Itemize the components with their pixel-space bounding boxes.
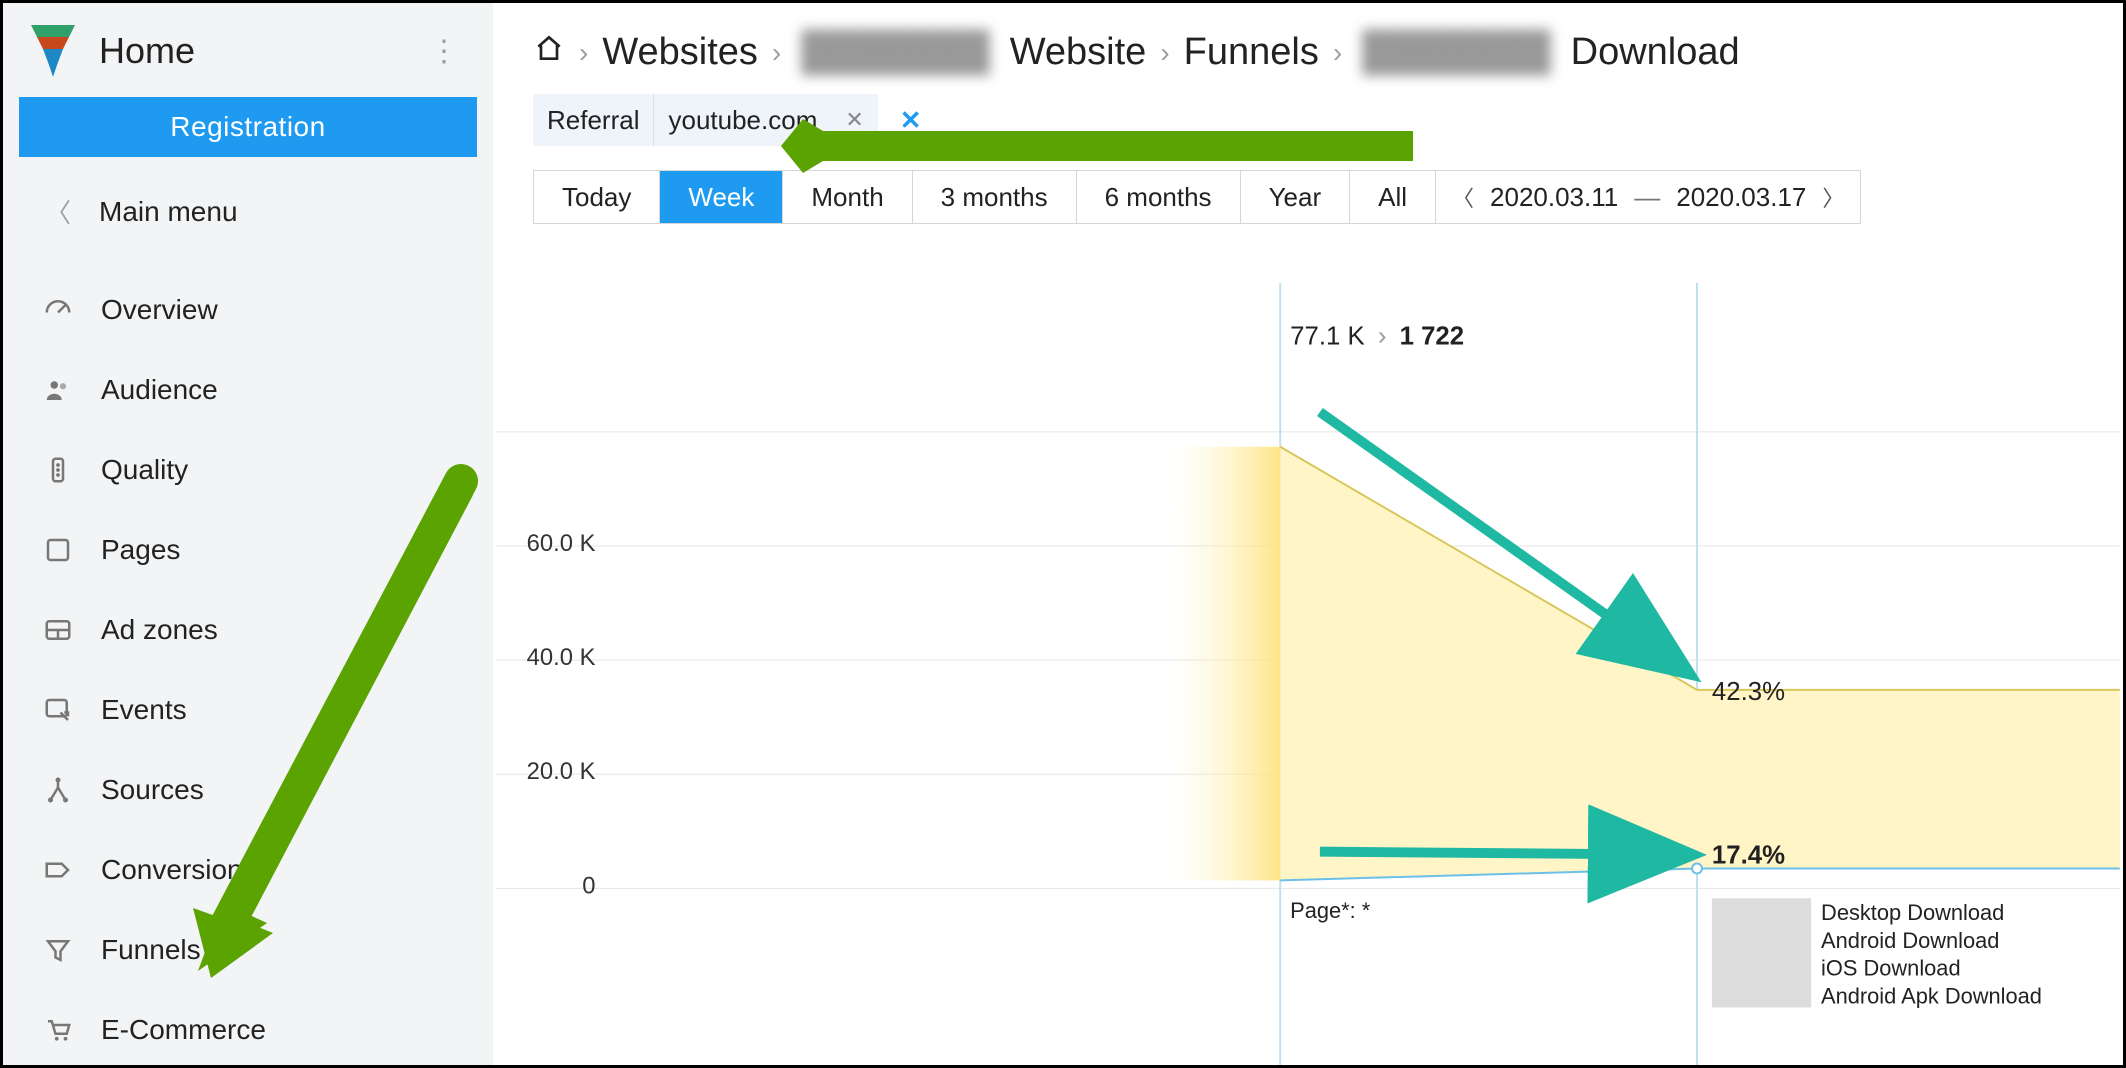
funnel-chart: 60.0 K 40.0 K 20.0 K 0 77.1 K › 1 722: [493, 283, 2123, 1065]
breadcrumb: › Websites › ███████ Website › Funnels ›…: [493, 3, 2123, 94]
bc-website[interactable]: Website: [1010, 31, 1147, 74]
nav-label: Conversions: [101, 854, 257, 886]
dl-item: Desktop Download: [1821, 900, 2004, 925]
filter-value: youtube.com: [654, 105, 831, 136]
bc-redacted: ███████: [1356, 31, 1556, 74]
step1-values: 77.1 K › 1 722: [1290, 323, 1464, 351]
nav-label: E-Commerce: [101, 1014, 266, 1046]
people-icon: [39, 371, 77, 409]
chevron-right-icon: ›: [1333, 37, 1342, 69]
main-menu-back[interactable]: 〈 Main menu: [3, 175, 493, 250]
layout-icon: [39, 611, 77, 649]
merge-icon: [39, 771, 77, 809]
nav-label: Audience: [101, 374, 218, 406]
date-from: 2020.03.11: [1490, 182, 1618, 213]
cart-icon: [39, 1011, 77, 1049]
tab-today[interactable]: Today: [534, 171, 660, 223]
date-dash: —: [1634, 182, 1660, 213]
sidebar-item-pages[interactable]: Pages: [3, 510, 493, 590]
filter-row: Referral youtube.com ✕ ✕: [493, 94, 2123, 170]
bc-download: Download: [1571, 31, 1740, 74]
period-tabs: Today Week Month 3 months 6 months Year …: [533, 170, 1436, 224]
bc-websites[interactable]: Websites: [602, 31, 758, 74]
filter-key: Referral: [533, 94, 654, 146]
nav-label: Funnels: [101, 934, 201, 966]
date-range-picker[interactable]: 〈 2020.03.11 — 2020.03.17 〉: [1435, 170, 1861, 224]
nav-label: Overview: [101, 294, 218, 326]
step2-thumbnail: [1712, 898, 1811, 1007]
traffic-icon: [39, 451, 77, 489]
dl-item: Android Download: [1821, 928, 1999, 953]
sidebar-item-sources[interactable]: Sources: [3, 750, 493, 830]
sidebar-item-funnels[interactable]: Funnels: [3, 910, 493, 990]
registration-button[interactable]: Registration: [19, 97, 477, 157]
chevron-right-icon: ›: [579, 37, 588, 69]
step2-top-pct: 42.3%: [1712, 678, 1785, 706]
main-menu-label: Main menu: [99, 196, 238, 228]
filter-chip-referral[interactable]: Referral youtube.com ✕: [533, 94, 878, 146]
dl-item: iOS Download: [1821, 956, 1961, 981]
tab-6months[interactable]: 6 months: [1077, 171, 1241, 223]
label-icon: [39, 851, 77, 889]
chevron-right-icon: ›: [1160, 37, 1169, 69]
chevron-left-icon[interactable]: 〈: [1452, 181, 1474, 213]
bc-funnels[interactable]: Funnels: [1184, 31, 1319, 74]
tab-all[interactable]: All: [1350, 171, 1435, 223]
ytick: 60.0 K: [527, 530, 596, 557]
sidebar: Home ⋮ Registration 〈 Main menu Overview…: [3, 3, 493, 1065]
nav-label: Sources: [101, 774, 204, 806]
nav-label: Quality: [101, 454, 188, 486]
tab-year[interactable]: Year: [1241, 171, 1351, 223]
dl-item: Android Apk Download: [1821, 983, 2042, 1008]
ytick: 0: [582, 872, 595, 899]
chevron-right-icon[interactable]: 〉: [1822, 181, 1844, 213]
chevron-left-icon: 〈: [45, 193, 71, 230]
ytick: 20.0 K: [527, 758, 596, 785]
cursor-icon: [39, 691, 77, 729]
chevron-right-icon: ›: [772, 37, 781, 69]
tab-month[interactable]: Month: [783, 171, 912, 223]
bc-redacted: ███████: [795, 31, 995, 74]
sidebar-item-adzones[interactable]: Ad zones: [3, 590, 493, 670]
filter-remove-icon[interactable]: ✕: [831, 107, 877, 133]
step2-bottom-pct: 17.4%: [1712, 842, 1785, 870]
sidebar-item-conversions[interactable]: Conversions: [3, 830, 493, 910]
sidebar-item-audience[interactable]: Audience: [3, 350, 493, 430]
page-icon: [39, 531, 77, 569]
ytick: 40.0 K: [527, 644, 596, 671]
sidebar-item-quality[interactable]: Quality: [3, 430, 493, 510]
tab-3months[interactable]: 3 months: [913, 171, 1077, 223]
nav-label: Ad zones: [101, 614, 218, 646]
nav-list: Overview Audience Quality Pages Ad zones…: [3, 250, 493, 1068]
main-content: › Websites › ███████ Website › Funnels ›…: [493, 3, 2123, 1065]
sidebar-item-overview[interactable]: Overview: [3, 270, 493, 350]
clear-filters-icon[interactable]: ✕: [892, 105, 930, 136]
step1-label: Page*: *: [1290, 898, 1371, 923]
sidebar-more-icon[interactable]: ⋮: [419, 30, 469, 73]
page-title: Home: [99, 30, 419, 72]
nav-label: Events: [101, 694, 187, 726]
period-row: Today Week Month 3 months 6 months Year …: [493, 170, 2123, 248]
gauge-icon: [39, 291, 77, 329]
annotation-arrow-teal: [1320, 852, 1677, 855]
sidebar-item-ecommerce[interactable]: E-Commerce: [3, 990, 493, 1068]
home-icon[interactable]: [533, 31, 565, 74]
tab-week[interactable]: Week: [660, 171, 783, 223]
sidebar-item-events[interactable]: Events: [3, 670, 493, 750]
funnel-icon: [39, 931, 77, 969]
app-logo-icon: [31, 25, 75, 77]
date-to: 2020.03.17: [1676, 182, 1806, 213]
nav-label: Pages: [101, 534, 180, 566]
